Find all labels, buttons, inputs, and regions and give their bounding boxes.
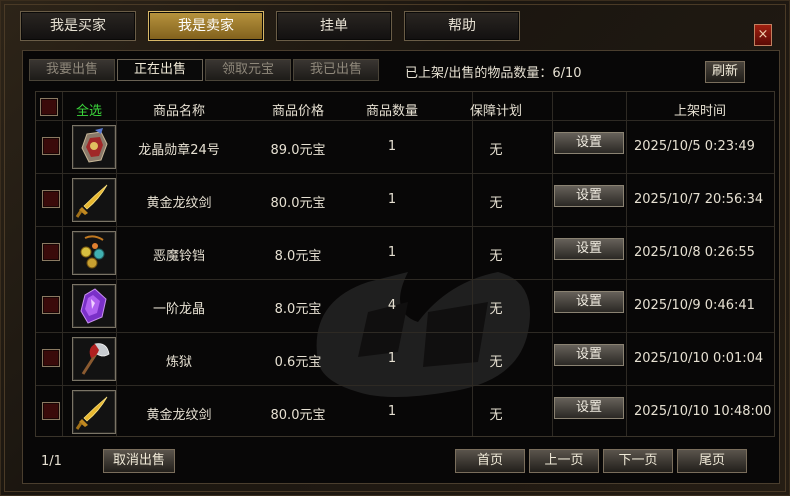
axe-icon: [81, 343, 110, 375]
item-price: 89.0元宝: [270, 143, 326, 158]
item-slot[interactable]: [72, 178, 116, 222]
row-checkbox[interactable]: [42, 349, 60, 367]
cancel-sale-button[interactable]: 取消出售: [103, 449, 175, 473]
item-slot[interactable]: [72, 284, 116, 328]
item-slot[interactable]: [72, 337, 116, 381]
item-slot[interactable]: [72, 125, 116, 169]
row-checkbox[interactable]: [42, 243, 60, 261]
item-quantity: 1: [387, 404, 397, 419]
tab-seller[interactable]: 我是卖家: [148, 11, 264, 41]
item-name: 一阶龙晶: [152, 302, 205, 317]
column-guarantee: 保障计划: [469, 104, 522, 119]
listing-table: 全选 商品名称 商品价格 商品数量 保障计划 上架时间 龙晶勋章24号 89.0…: [35, 91, 775, 437]
row-checkbox[interactable]: [42, 137, 60, 155]
listing-time: 2025/10/10 0:01:04: [634, 351, 764, 366]
page-indicator: 1/1: [41, 454, 62, 469]
item-guarantee: 无: [489, 408, 503, 423]
item-guarantee: 无: [489, 302, 503, 317]
item-count-label: 已上架/出售的物品数量：6/10: [405, 66, 582, 81]
golden-sword-icon: [75, 396, 108, 430]
subtab-want-to-sell[interactable]: 我要出售: [29, 59, 115, 81]
tab-help[interactable]: 帮助: [404, 11, 520, 41]
listing-time: 2025/10/7 20:56:34: [634, 192, 764, 207]
next-page-button[interactable]: 下一页: [603, 449, 673, 473]
item-price: 8.0元宝: [274, 302, 322, 317]
medal-icon: [81, 128, 108, 163]
set-button[interactable]: 设置: [554, 185, 624, 207]
row-checkbox[interactable]: [42, 296, 60, 314]
listing-time: 2025/10/8 0:26:55: [634, 245, 755, 260]
item-guarantee: 无: [489, 249, 503, 264]
column-price: 商品价格: [271, 104, 324, 119]
item-quantity: 1: [387, 139, 397, 154]
listing-time: 2025/10/5 0:23:49: [634, 139, 755, 154]
golden-sword-icon: [75, 184, 108, 218]
subtab-on-sale[interactable]: 正在出售: [117, 59, 203, 81]
item-name: 恶魔铃铛: [152, 249, 205, 264]
tab-buyer[interactable]: 我是买家: [20, 11, 136, 41]
row-checkbox[interactable]: [42, 402, 60, 420]
column-listing-time: 上架时间: [673, 104, 726, 119]
first-page-button[interactable]: 首页: [455, 449, 525, 473]
last-page-button[interactable]: 尾页: [677, 449, 747, 473]
item-price: 8.0元宝: [274, 249, 322, 264]
listing-time: 2025/10/9 0:46:41: [634, 298, 755, 313]
prev-page-button[interactable]: 上一页: [529, 449, 599, 473]
close-icon: ×: [757, 27, 769, 42]
item-quantity: 1: [387, 245, 397, 260]
seller-panel: 我要出售 正在出售 领取元宝 我已出售 已上架/出售的物品数量：6/10 刷新 …: [22, 50, 780, 484]
item-guarantee: 无: [489, 355, 503, 370]
item-name: 龙晶勋章24号: [138, 143, 220, 158]
item-name: 黄金龙纹剑: [146, 408, 212, 423]
subtab-collect-yuanbao[interactable]: 领取元宝: [205, 59, 291, 81]
row-checkbox[interactable]: [42, 190, 60, 208]
set-button[interactable]: 设置: [554, 238, 624, 260]
item-slot[interactable]: [72, 390, 116, 434]
item-quantity: 1: [387, 192, 397, 207]
tab-list-order[interactable]: 挂单: [276, 11, 392, 41]
set-button[interactable]: 设置: [554, 132, 624, 154]
item-name: 黄金龙纹剑: [146, 196, 212, 211]
item-price: 80.0元宝: [270, 408, 326, 423]
column-quantity: 商品数量: [365, 104, 418, 119]
set-button[interactable]: 设置: [554, 344, 624, 366]
item-quantity: 1: [387, 351, 397, 366]
item-price: 0.6元宝: [274, 355, 322, 370]
column-item-name: 商品名称: [152, 104, 205, 119]
set-button[interactable]: 设置: [554, 397, 624, 419]
select-all-label: 全选: [75, 104, 102, 119]
item-price: 80.0元宝: [270, 196, 326, 211]
item-guarantee: 无: [489, 143, 503, 158]
item-name: 炼狱: [165, 355, 192, 370]
listing-time: 2025/10/10 10:48:00: [634, 404, 772, 419]
set-button[interactable]: 设置: [554, 291, 624, 313]
item-slot[interactable]: [72, 231, 116, 275]
close-button[interactable]: ×: [754, 24, 772, 46]
refresh-button[interactable]: 刷新: [705, 61, 745, 83]
watermark-logo: [316, 272, 530, 397]
purple-crystal-icon: [80, 288, 107, 324]
item-quantity: 4: [387, 298, 397, 313]
item-guarantee: 无: [489, 196, 503, 211]
select-all-checkbox[interactable]: [40, 98, 58, 116]
subtab-sold[interactable]: 我已出售: [293, 59, 379, 81]
bell-icon: [80, 235, 105, 269]
